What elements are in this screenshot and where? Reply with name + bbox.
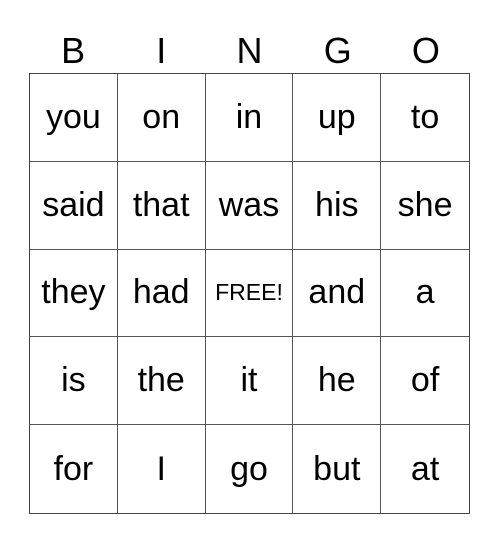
bingo-cell[interactable]: of	[381, 337, 469, 426]
header-letter-b: B	[61, 30, 86, 71]
bingo-cell[interactable]: I	[118, 425, 206, 513]
bingo-cell[interactable]: a	[381, 250, 469, 338]
header-letter-i: I	[156, 30, 167, 71]
bingo-cell[interactable]: had	[117, 249, 206, 338]
bingo-cell[interactable]: you	[30, 74, 118, 162]
bingo-cell[interactable]: on	[117, 74, 206, 162]
bingo-cell[interactable]: in	[205, 74, 294, 162]
bingo-cell[interactable]: his	[293, 161, 382, 250]
header-letter-g: G	[323, 30, 352, 71]
bingo-cell[interactable]: they	[30, 249, 118, 338]
bingo-cell[interactable]: to	[381, 74, 469, 162]
bingo-grid: you on in up to said that was his she th…	[29, 73, 470, 514]
bingo-cell[interactable]: and	[293, 249, 382, 338]
bingo-cell[interactable]: at	[381, 425, 469, 513]
bingo-cell[interactable]: for	[30, 425, 118, 513]
bingo-cell[interactable]: was	[205, 161, 294, 250]
bingo-cell[interactable]: she	[381, 162, 469, 250]
bingo-cell[interactable]: the	[117, 337, 206, 426]
bingo-cell[interactable]: but	[293, 425, 382, 513]
header-letter-n: N	[236, 30, 263, 71]
bingo-cell[interactable]: said	[30, 161, 118, 250]
header-letter-o: O	[411, 30, 440, 71]
bingo-cell[interactable]: he	[293, 337, 382, 426]
bingo-cell[interactable]: up	[293, 74, 382, 162]
bingo-header: B I N G O	[29, 30, 470, 72]
bingo-cell[interactable]: go	[206, 425, 294, 513]
bingo-cell[interactable]: is	[30, 337, 118, 426]
bingo-cell[interactable]: that	[117, 161, 206, 250]
free-space-cell[interactable]: FREE!	[205, 249, 294, 338]
bingo-cell[interactable]: it	[205, 337, 294, 426]
